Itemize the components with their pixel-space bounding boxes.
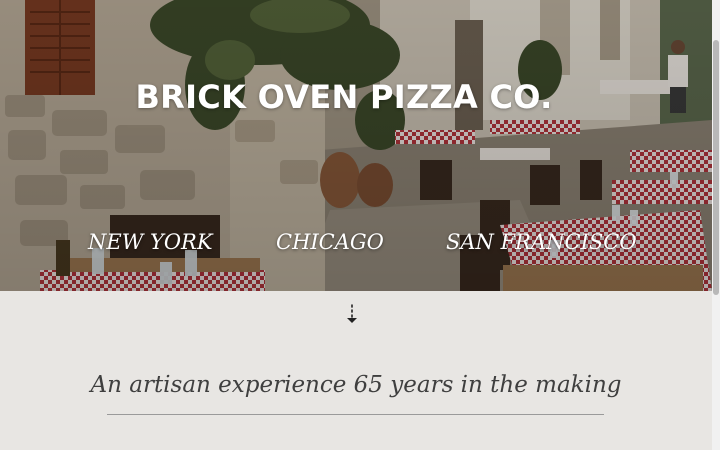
arrow-down-dashed-icon (347, 304, 357, 323)
page-title: BRICK OVEN PIZZA CO. (135, 78, 553, 116)
nav-link-san-francisco[interactable]: SAN FRANCISCO (446, 230, 637, 254)
city-nav: NEW YORK CHICAGO SAN FRANCISCO (0, 230, 712, 260)
page-scrollbar[interactable] (712, 0, 720, 450)
hero-banner: BRICK OVEN PIZZA CO. NEW YORK CHICAGO SA… (0, 0, 712, 291)
tagline-divider (107, 414, 604, 415)
tagline: An artisan experience 65 years in the ma… (90, 372, 622, 398)
nav-link-new-york[interactable]: NEW YORK (88, 230, 213, 254)
scrollbar-thumb[interactable] (713, 40, 719, 295)
nav-link-chicago[interactable]: CHICAGO (276, 230, 384, 254)
page: BRICK OVEN PIZZA CO. NEW YORK CHICAGO SA… (0, 0, 720, 450)
scroll-down-button[interactable] (344, 303, 360, 325)
